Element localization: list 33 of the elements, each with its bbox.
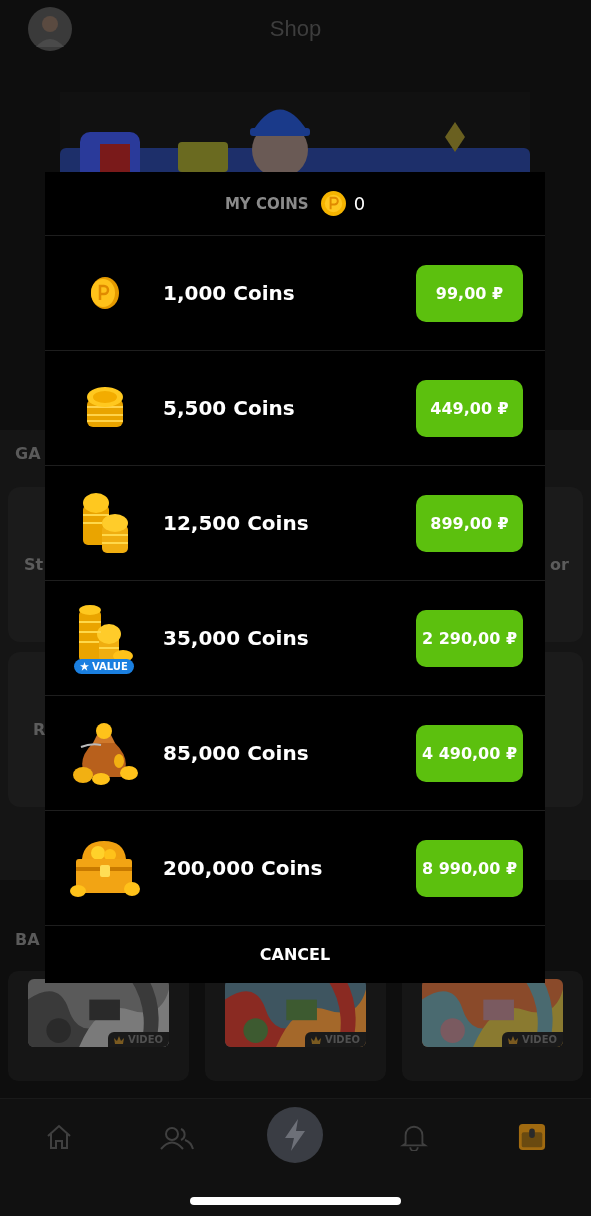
game-title: R <box>32 720 46 739</box>
badge-text: VALUE <box>92 661 128 672</box>
avatar-icon[interactable] <box>28 7 72 51</box>
pack-amount: 5,500 Coins <box>163 396 296 420</box>
pack-amount: 1,000 Coins <box>163 281 296 305</box>
section-heading: BA <box>14 930 41 949</box>
pack-amount: 35,000 Coins <box>163 626 310 650</box>
price-button[interactable]: 8 990,00 ₽ <box>416 839 523 897</box>
price-button[interactable]: 4 490,00 ₽ <box>416 724 523 782</box>
pack-amount: 12,500 Coins <box>163 511 310 535</box>
pack-amount: 85,000 Coins <box>163 741 310 765</box>
price-button[interactable]: 899,00 ₽ <box>416 494 523 552</box>
lightning-button[interactable] <box>267 1107 324 1163</box>
game-title: or <box>550 555 569 574</box>
coin-stacks-icon <box>80 491 130 555</box>
chest-icon[interactable] <box>517 1123 546 1151</box>
game-title: St <box>24 555 44 574</box>
balance-value: 0 <box>353 193 366 214</box>
section-heading: GA <box>14 444 42 463</box>
balance-label: MY COINS <box>224 194 309 213</box>
price-button[interactable]: 99,00 ₽ <box>416 264 523 322</box>
friends-icon[interactable] <box>160 1126 195 1150</box>
coin-icon <box>88 276 122 310</box>
star-icon <box>80 662 89 671</box>
price-button[interactable]: 449,00 ₽ <box>416 379 523 437</box>
coin-bag-icon <box>71 721 139 785</box>
pack-amount: 200,000 Coins <box>163 856 324 880</box>
price-button[interactable]: 2 290,00 ₽ <box>416 609 523 667</box>
crown-icon <box>507 1035 518 1044</box>
crown-icon <box>310 1035 321 1044</box>
crown-icon <box>113 1035 124 1044</box>
coin-icon <box>320 191 346 216</box>
bell-icon[interactable] <box>399 1123 428 1151</box>
